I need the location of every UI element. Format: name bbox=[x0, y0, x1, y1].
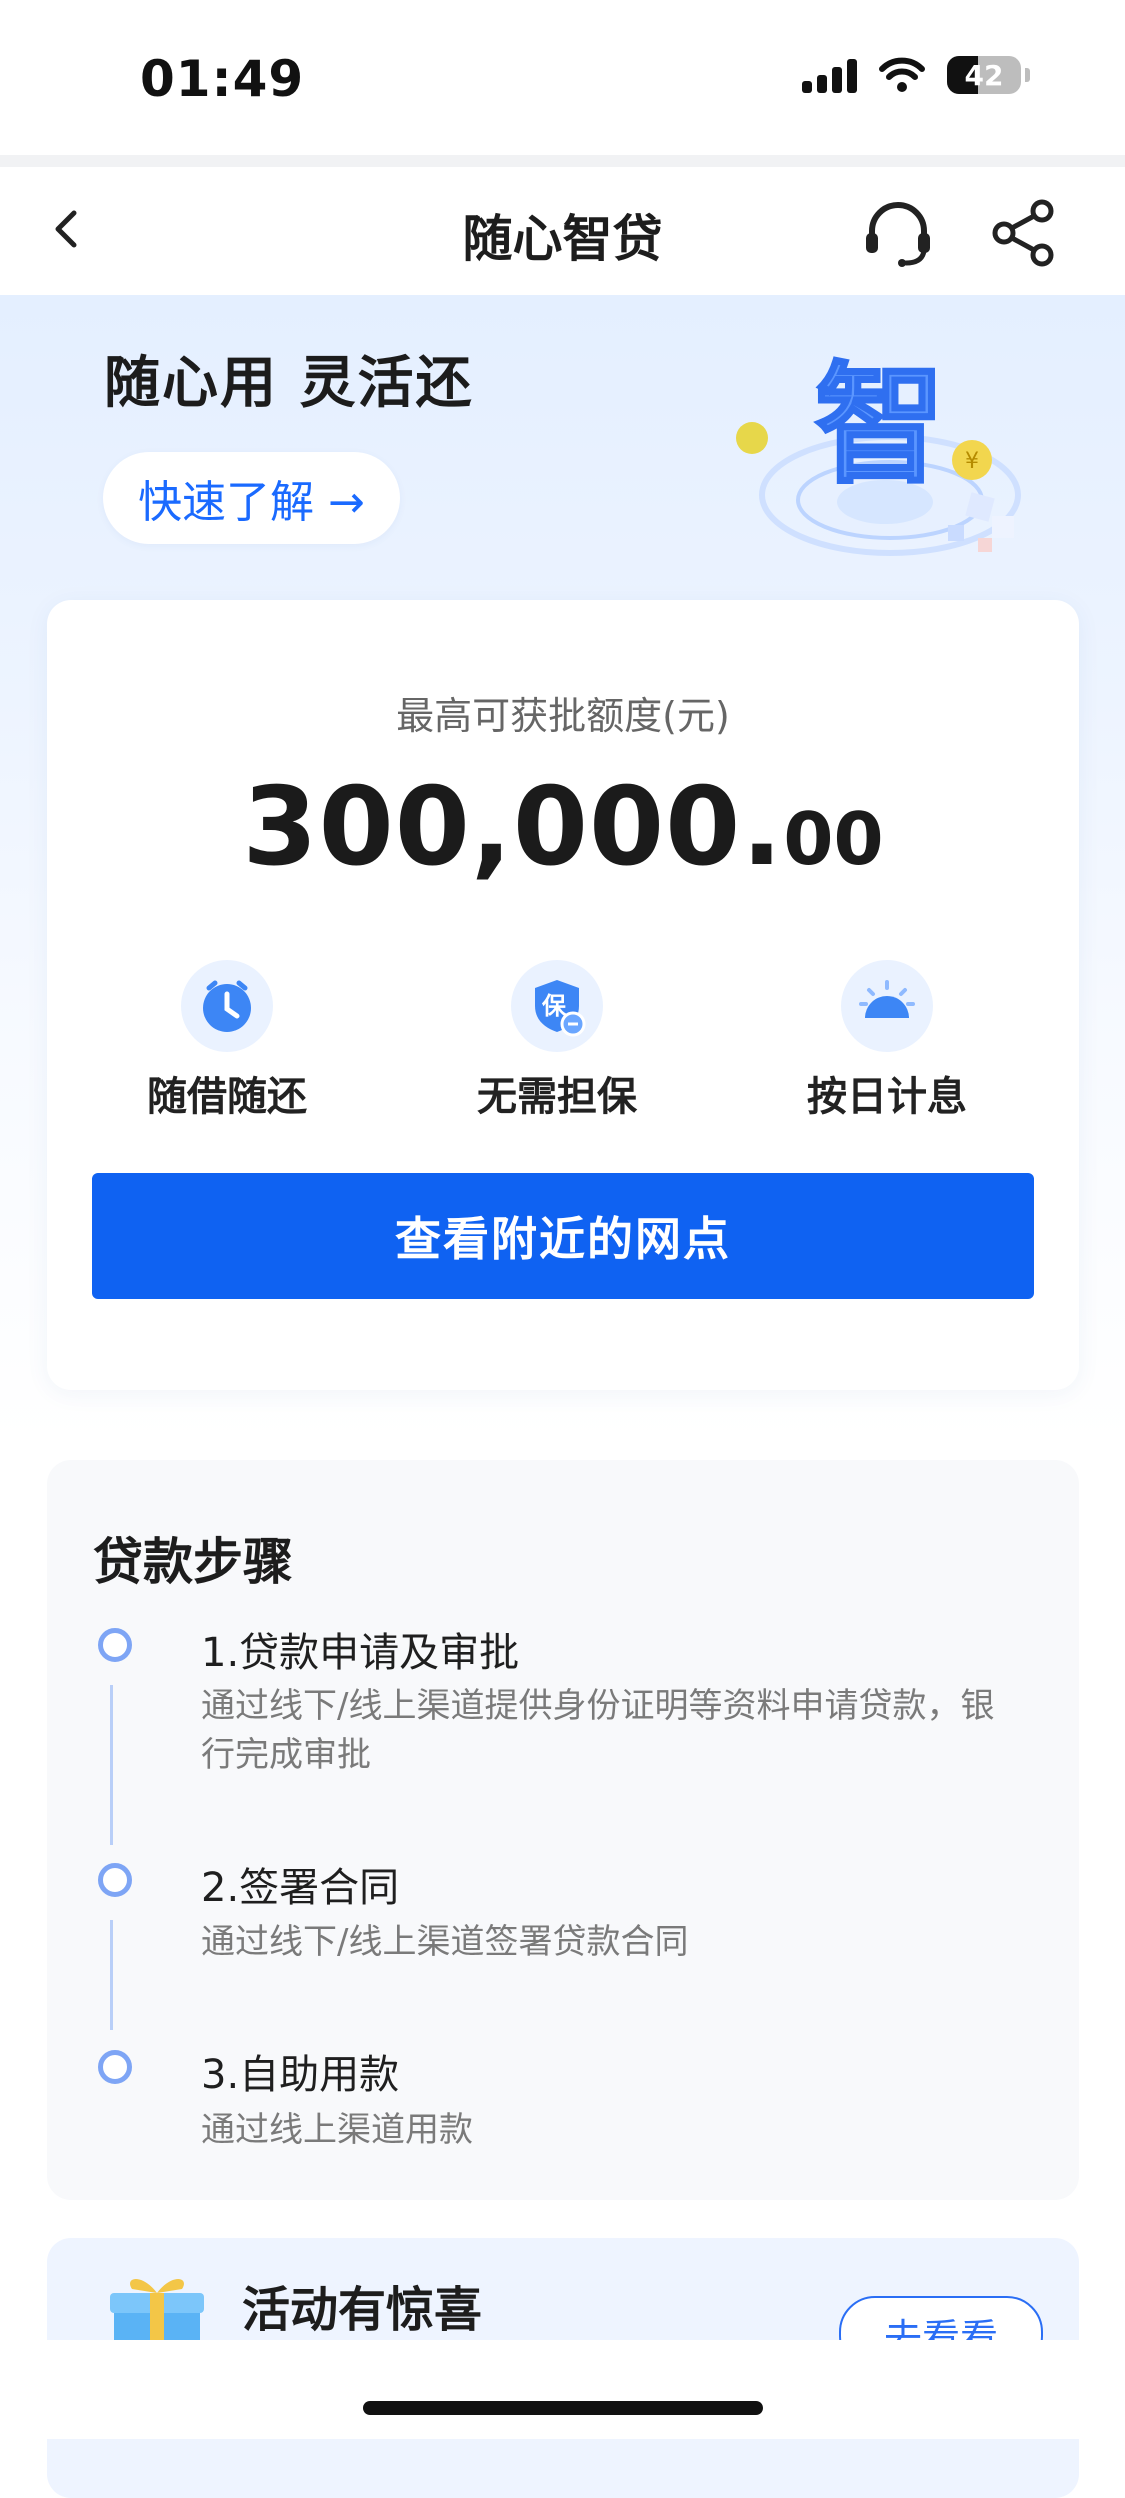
step-desc: 通过线下/线上渠道签署贷款合同 bbox=[201, 1922, 689, 1962]
sun-icon bbox=[841, 960, 933, 1052]
step-title: 3.自助用款 bbox=[201, 2052, 400, 2098]
feature-label: 无需担保 bbox=[477, 1074, 637, 1120]
battery-level: 42 bbox=[964, 58, 1004, 92]
clock-icon bbox=[181, 960, 273, 1052]
step-title: 2.签署合同 bbox=[201, 1865, 400, 1911]
nav-bar: 随心智贷 bbox=[0, 167, 1125, 295]
status-bar: 01:49 42 bbox=[0, 0, 1125, 155]
feature-label: 随借随还 bbox=[147, 1074, 307, 1120]
share-icon[interactable] bbox=[988, 197, 1060, 269]
step-title: 1.贷款申请及审批 bbox=[201, 1630, 520, 1676]
credit-quota-card: 最高可获批额度(元) 300,000.00 随借随还 保 无需担保 按日计息 查… bbox=[47, 600, 1079, 1390]
learn-more-button[interactable]: 快速了解 → bbox=[103, 452, 400, 544]
home-indicator-area bbox=[0, 2340, 1125, 2439]
step-desc: 通过线下/线上渠道提供身份证明等资料申请贷款，银行完成审批 bbox=[201, 1686, 995, 1775]
status-icons: 42 bbox=[802, 56, 1030, 94]
battery-icon: 42 bbox=[947, 56, 1021, 94]
svg-text:¥: ¥ bbox=[965, 449, 979, 474]
step-dot bbox=[98, 1863, 132, 1897]
quota-amount-decimal: 00 bbox=[783, 797, 884, 881]
wifi-icon bbox=[879, 57, 925, 92]
guarantee-shield-icon: 保 bbox=[511, 960, 603, 1052]
cellular-signal-icon bbox=[802, 57, 857, 93]
feature-label: 按日计息 bbox=[807, 1074, 967, 1120]
step-dot bbox=[98, 1628, 132, 1662]
customer-service-headset-icon[interactable] bbox=[860, 195, 936, 271]
shield-glyph: 保 bbox=[541, 992, 567, 1020]
battery-tip bbox=[1025, 68, 1030, 82]
page-title: 随心智贷 bbox=[462, 210, 663, 268]
hero-slogan: 随心用 灵活还 bbox=[104, 351, 474, 416]
hero-illustration: 智 ¥ bbox=[736, 348, 1021, 556]
feature-item: 随借随还 bbox=[107, 960, 347, 1122]
quota-amount: 300,000.00 bbox=[47, 765, 1079, 890]
step-dot bbox=[98, 2050, 132, 2084]
section-title: 贷款步骤 bbox=[93, 1533, 293, 1591]
divider bbox=[0, 155, 1125, 167]
feature-list: 随借随还 保 无需担保 按日计息 bbox=[107, 960, 1007, 1122]
step-connector bbox=[110, 1920, 113, 2030]
find-nearby-branch-button[interactable]: 查看附近的网点 bbox=[92, 1173, 1034, 1299]
loan-steps-panel: 贷款步骤 1.贷款申请及审批 通过线下/线上渠道提供身份证明等资料申请贷款，银行… bbox=[47, 1460, 1079, 2200]
step-connector bbox=[110, 1685, 113, 1845]
home-indicator[interactable] bbox=[363, 2401, 763, 2415]
feature-item: 保 无需担保 bbox=[437, 960, 677, 1122]
step-desc: 通过线上渠道用款 bbox=[201, 2110, 473, 2150]
quota-label: 最高可获批额度(元) bbox=[396, 694, 730, 738]
status-time: 01:49 bbox=[140, 50, 305, 108]
promo-title: 活动有惊喜 bbox=[242, 2282, 483, 2338]
quota-amount-integer: 300,000. bbox=[242, 765, 784, 890]
hero-art-char: 智 bbox=[815, 349, 945, 501]
feature-item: 按日计息 bbox=[767, 960, 1007, 1122]
